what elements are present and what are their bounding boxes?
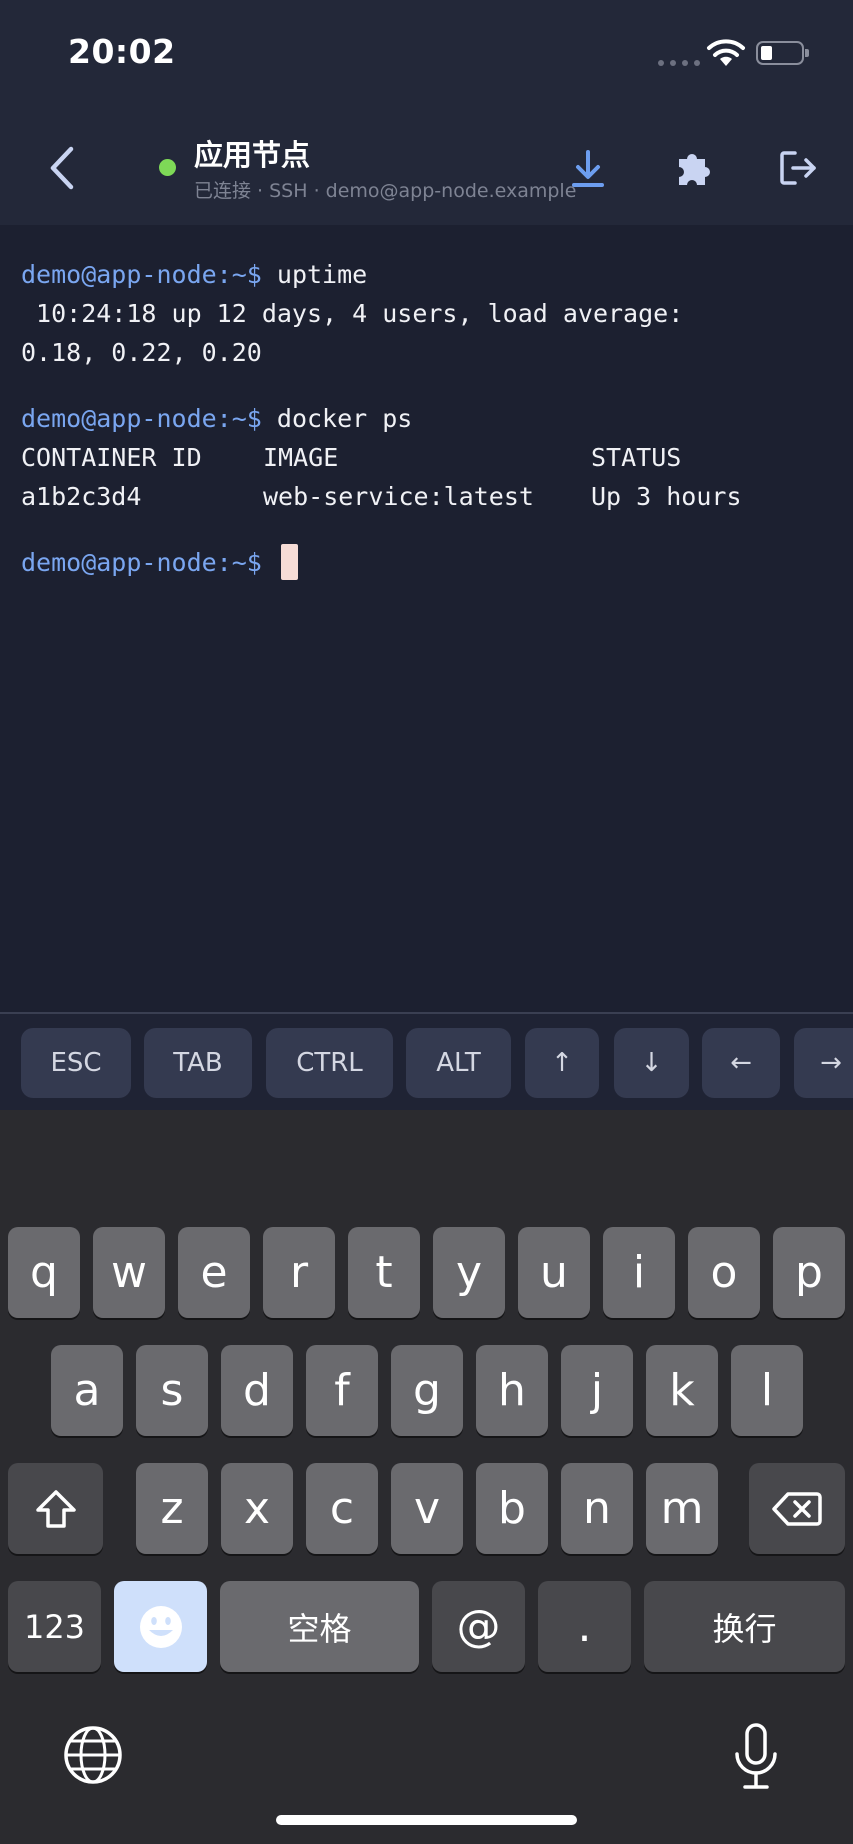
alt-key[interactable]: ALT xyxy=(406,1028,511,1098)
puzzle-icon xyxy=(679,154,710,185)
output-line: 0.18, 0.22, 0.20 xyxy=(21,338,262,367)
extra-keys-bar: ESC TAB CTRL ALT ↑ ↓ ← → xyxy=(0,1012,853,1110)
key-f[interactable]: f xyxy=(306,1345,378,1436)
plugin-button[interactable] xyxy=(666,140,722,196)
command-text: uptime xyxy=(276,260,368,289)
arrow-right-key[interactable]: → xyxy=(794,1028,853,1098)
period-key[interactable]: . xyxy=(538,1581,631,1672)
connection-subtitle: 已连接 · SSH · demo@app-node.example xyxy=(194,180,577,202)
key-u[interactable]: u xyxy=(518,1227,590,1318)
key-r[interactable]: r xyxy=(263,1227,335,1318)
shift-key[interactable] xyxy=(8,1463,103,1554)
key-a[interactable]: a xyxy=(51,1345,123,1436)
table-header-cell: IMAGE xyxy=(263,443,339,472)
battery-icon xyxy=(756,41,809,65)
backspace-key[interactable] xyxy=(749,1463,845,1554)
shell-prompt: demo@app-node:~$ xyxy=(21,260,262,289)
shell-prompt: demo@app-node:~$ xyxy=(21,548,262,577)
table-cell: a1b2c3d4 xyxy=(21,482,142,511)
esc-key[interactable]: ESC xyxy=(21,1028,131,1098)
key-b[interactable]: b xyxy=(476,1463,548,1554)
terminal-output[interactable]: demo@app-node:~$ uptime 10:24:18 up 12 d… xyxy=(0,225,853,1012)
key-e[interactable]: e xyxy=(178,1227,250,1318)
chevron-left-icon xyxy=(50,146,74,190)
shift-icon xyxy=(35,1489,76,1528)
key-w[interactable]: w xyxy=(93,1227,165,1318)
signal-dots-icon xyxy=(658,60,700,66)
terminal-line: demo@app-node:~$ docker ps xyxy=(21,399,853,438)
output-line: 10:24:18 up 12 days, 4 users, load avera… xyxy=(21,299,684,328)
key-g[interactable]: g xyxy=(391,1345,463,1436)
tab-key[interactable]: TAB xyxy=(144,1028,252,1098)
table-cell: web-service:latest xyxy=(263,482,534,511)
space-key[interactable]: 空格 xyxy=(220,1581,419,1672)
arrow-left-key[interactable]: ← xyxy=(702,1028,780,1098)
key-s[interactable]: s xyxy=(136,1345,208,1436)
emoji-key[interactable] xyxy=(114,1581,207,1672)
terminal-line: demo@app-node:~$ xyxy=(21,543,853,582)
dictation-button[interactable] xyxy=(732,1722,780,1792)
key-l[interactable]: l xyxy=(731,1345,803,1436)
software-keyboard: q w e r t y u i o p a s d f g h j k l z … xyxy=(0,1110,853,1844)
arrow-up-key[interactable]: ↑ xyxy=(525,1028,599,1098)
host-title: 应用节点 xyxy=(194,138,311,172)
key-c[interactable]: c xyxy=(306,1463,378,1554)
key-y[interactable]: y xyxy=(433,1227,505,1318)
key-h[interactable]: h xyxy=(476,1345,548,1436)
wifi-icon xyxy=(707,39,745,66)
at-key[interactable]: @ xyxy=(432,1581,525,1672)
key-x[interactable]: x xyxy=(221,1463,293,1554)
logout-icon xyxy=(780,151,816,185)
key-p[interactable]: p xyxy=(773,1227,845,1318)
command-text: docker ps xyxy=(276,404,413,433)
key-v[interactable]: v xyxy=(391,1463,463,1554)
key-i[interactable]: i xyxy=(603,1227,675,1318)
home-indicator xyxy=(276,1815,577,1825)
table-header-cell: CONTAINER ID xyxy=(21,443,202,472)
download-icon xyxy=(572,150,604,187)
table-row: a1b2c3d4 web-service:latest Up 3 hours xyxy=(21,477,853,516)
emoji-icon xyxy=(139,1605,182,1648)
back-button[interactable] xyxy=(40,140,84,196)
return-key[interactable]: 换行 xyxy=(644,1581,845,1672)
key-m[interactable]: m xyxy=(646,1463,718,1554)
ctrl-key[interactable]: CTRL xyxy=(266,1028,393,1098)
backspace-icon xyxy=(772,1491,822,1526)
key-q[interactable]: q xyxy=(8,1227,80,1318)
table-header-cell: STATUS xyxy=(591,443,682,472)
globe-icon xyxy=(64,1726,122,1784)
numbers-key[interactable]: 123 xyxy=(8,1581,101,1672)
arrow-down-key[interactable]: ↓ xyxy=(614,1028,689,1098)
shell-prompt: demo@app-node:~$ xyxy=(21,404,262,433)
connection-status-dot xyxy=(159,159,176,176)
microphone-icon xyxy=(735,1723,777,1789)
key-k[interactable]: k xyxy=(646,1345,718,1436)
status-time: 20:02 xyxy=(68,32,176,71)
key-z[interactable]: z xyxy=(136,1463,208,1554)
disconnect-button[interactable] xyxy=(770,140,826,196)
session-header: 应用节点 已连接 · SSH · demo@app-node.example xyxy=(0,110,853,225)
download-button[interactable] xyxy=(560,140,616,196)
text-cursor xyxy=(280,544,298,580)
status-bar: 20:02 xyxy=(0,0,853,110)
key-j[interactable]: j xyxy=(561,1345,633,1436)
globe-button[interactable] xyxy=(62,1724,124,1786)
key-n[interactable]: n xyxy=(561,1463,633,1554)
key-o[interactable]: o xyxy=(688,1227,760,1318)
key-t[interactable]: t xyxy=(348,1227,420,1318)
table-cell: Up 3 hours xyxy=(591,482,742,511)
table-header-row: CONTAINER ID IMAGE STATUS xyxy=(21,438,853,477)
terminal-line: demo@app-node:~$ uptime xyxy=(21,255,853,294)
key-d[interactable]: d xyxy=(221,1345,293,1436)
